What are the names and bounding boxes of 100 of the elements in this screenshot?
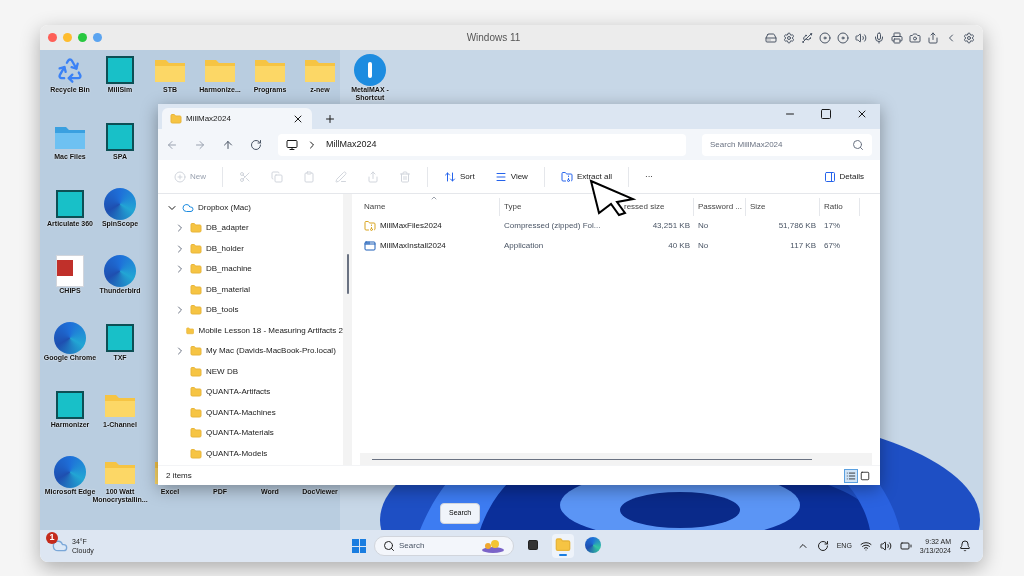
cloud-icon[interactable] bbox=[52, 538, 68, 554]
app-icon bbox=[106, 324, 134, 352]
folder-icon bbox=[190, 242, 202, 255]
plus-icon bbox=[174, 170, 186, 183]
table-cell: 67% bbox=[824, 240, 840, 252]
details-view-button[interactable] bbox=[844, 468, 858, 483]
table-cell: 40 KB bbox=[668, 240, 690, 252]
task-view-icon bbox=[527, 538, 539, 551]
extract-all-button[interactable]: Extract all bbox=[552, 165, 620, 188]
details-pane-icon bbox=[823, 170, 836, 183]
table-cell: 51,786 KB bbox=[778, 220, 816, 232]
app-icon bbox=[106, 56, 134, 84]
file-explorer-button[interactable] bbox=[552, 534, 574, 558]
zip-folder-icon bbox=[364, 220, 376, 232]
tab-title: MillMax2024 bbox=[186, 112, 232, 125]
nav-item-label: Dropbox (Mac) bbox=[198, 202, 251, 214]
nav-item[interactable]: Mobile Lesson 18 - Measuring Artifacts 2 bbox=[158, 320, 343, 341]
address-path: MillMax2024 bbox=[326, 137, 377, 151]
view-button[interactable]: View bbox=[486, 165, 536, 188]
flowers-icon bbox=[481, 539, 505, 553]
nav-item[interactable]: DB_adapter bbox=[158, 218, 343, 239]
nav-item[interactable]: Dropbox (Mac) bbox=[158, 198, 343, 218]
address-bar[interactable]: MillMax2024 bbox=[278, 133, 686, 156]
application-icon bbox=[364, 240, 376, 252]
view-icon bbox=[494, 170, 507, 183]
taskbar-search-field[interactable]: Search bbox=[374, 536, 514, 556]
search-field[interactable]: Search MillMax2024 bbox=[702, 133, 872, 156]
square-icon bbox=[860, 470, 870, 481]
search-icon bbox=[383, 540, 395, 552]
column-header[interactable]: Size bbox=[746, 198, 820, 216]
sort-button[interactable]: Sort bbox=[436, 165, 483, 188]
notification-badge: 1 bbox=[46, 532, 58, 544]
new-tab-icon[interactable] bbox=[324, 113, 336, 125]
copy-icon bbox=[271, 170, 283, 183]
folder-icon bbox=[186, 324, 195, 337]
file-name[interactable]: MillMaxInstall2024 bbox=[380, 240, 446, 252]
folder-icon bbox=[190, 406, 202, 419]
nav-item[interactable]: DB_holder bbox=[158, 238, 343, 259]
maximize-icon[interactable] bbox=[820, 108, 832, 120]
share-icon bbox=[367, 170, 379, 183]
up-icon[interactable] bbox=[222, 138, 234, 151]
column-header[interactable]: Password ... bbox=[694, 198, 746, 216]
nav-item[interactable]: DB_material bbox=[158, 279, 343, 300]
speaker-icon[interactable] bbox=[855, 31, 867, 44]
more-button[interactable]: ··· bbox=[637, 165, 661, 188]
nav-item[interactable]: QUANTA-Machines bbox=[158, 402, 343, 423]
file-name[interactable]: MillMaxFiles2024 bbox=[380, 220, 442, 232]
table-cell: Compressed (zipped) Fol... bbox=[504, 220, 601, 232]
microphone-icon[interactable] bbox=[873, 31, 885, 44]
refresh-icon[interactable] bbox=[250, 138, 262, 151]
nav-item[interactable]: DB_machine bbox=[158, 259, 343, 280]
nav-item[interactable]: QUANTA-Artifacts bbox=[158, 382, 343, 403]
printer-icon[interactable] bbox=[891, 31, 903, 44]
column-header[interactable]: Name bbox=[360, 198, 500, 216]
share-icon[interactable] bbox=[927, 31, 939, 44]
info-icon bbox=[354, 54, 386, 86]
document-icon bbox=[56, 255, 84, 287]
sync-icon[interactable] bbox=[816, 540, 829, 552]
folder-zip-icon bbox=[560, 170, 573, 183]
folder-icon bbox=[555, 536, 571, 553]
table-cell: 43,251 KB bbox=[652, 220, 690, 232]
nav-item[interactable]: My Mac (Davids-MacBook-Pro.local) bbox=[158, 341, 343, 362]
window-title: Windows 11 bbox=[466, 31, 521, 45]
column-header[interactable]: Ratio bbox=[820, 198, 860, 216]
nav-item[interactable]: DB_tools bbox=[158, 300, 343, 321]
computer-icon bbox=[286, 138, 298, 151]
gear-icon[interactable] bbox=[783, 31, 795, 44]
table-cell: No bbox=[698, 220, 709, 232]
table-cell: 117 KB bbox=[790, 240, 816, 252]
horizontal-scrollbar[interactable] bbox=[372, 458, 812, 460]
folder-icon bbox=[190, 304, 202, 317]
nav-item[interactable]: QUANTA-Materials bbox=[158, 423, 343, 444]
speaker-icon[interactable] bbox=[879, 540, 892, 552]
disc-icon[interactable] bbox=[837, 31, 849, 44]
tab[interactable]: MillMax2024 bbox=[162, 108, 312, 129]
nav-item[interactable]: NEW DB bbox=[158, 361, 343, 382]
table-cell: No bbox=[698, 240, 709, 252]
battery-icon[interactable] bbox=[899, 540, 912, 552]
nav-item[interactable]: QUANTA-Models bbox=[158, 443, 343, 464]
app-icon bbox=[56, 391, 84, 419]
paste-icon bbox=[303, 170, 315, 183]
camera-icon[interactable] bbox=[909, 31, 921, 44]
network-icon[interactable] bbox=[859, 540, 872, 552]
folder-icon bbox=[190, 345, 202, 358]
windows-logo-icon[interactable] bbox=[352, 539, 366, 553]
status-text: 2 items bbox=[166, 469, 192, 482]
sort-icon bbox=[444, 170, 456, 183]
folder-icon bbox=[170, 112, 182, 125]
folder-icon bbox=[190, 263, 202, 276]
rename-icon bbox=[335, 170, 347, 183]
table-cell: Application bbox=[504, 240, 544, 252]
details-button[interactable]: Details bbox=[815, 165, 872, 188]
recycle-bin-icon bbox=[56, 56, 84, 84]
cloud-folder-icon bbox=[182, 202, 194, 214]
close-icon[interactable] bbox=[856, 108, 868, 120]
delete-icon bbox=[399, 170, 411, 183]
folder-icon bbox=[190, 427, 202, 440]
settings-icon[interactable] bbox=[963, 31, 975, 44]
disc-icon[interactable] bbox=[819, 31, 831, 44]
bell-icon[interactable] bbox=[959, 540, 971, 552]
